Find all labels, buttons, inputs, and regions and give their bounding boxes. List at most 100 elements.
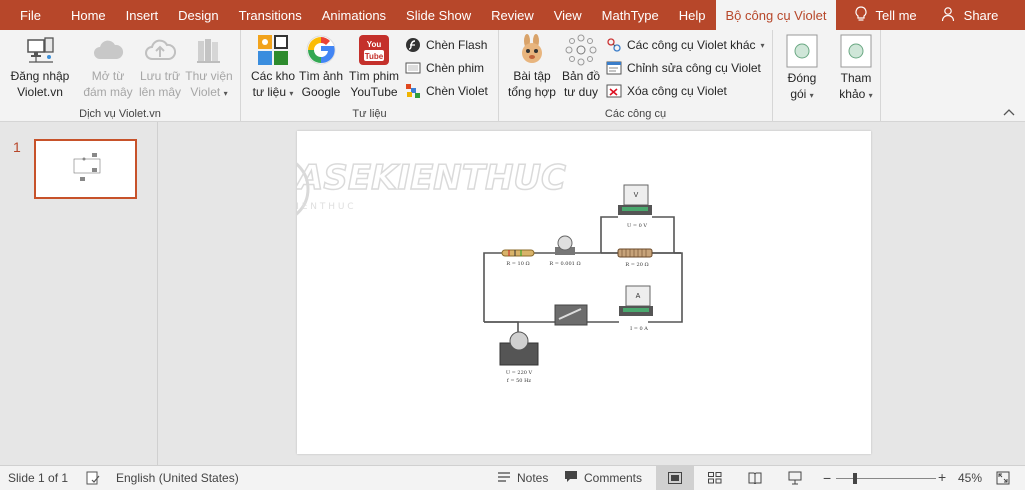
- edit-violet-tools-button[interactable]: Chỉnh sửa công cụ Violet: [606, 58, 761, 78]
- google-label-1: Tìm ảnh: [298, 69, 343, 83]
- youtube-icon-text-1: You: [367, 40, 382, 49]
- reference-label-2: khảo ▾: [839, 87, 873, 101]
- open-from-cloud-button[interactable]: Mở từ đám mây: [80, 34, 136, 100]
- media-grid-icon: [257, 34, 289, 66]
- tell-me-button[interactable]: Tell me: [842, 5, 928, 25]
- slideshow-icon[interactable]: [788, 471, 802, 488]
- insert-movie-button[interactable]: Chèn phim: [405, 58, 484, 78]
- delete-window-icon: [606, 83, 622, 99]
- library-label-2: Violet ▾: [190, 85, 228, 99]
- ac-source: [499, 331, 539, 366]
- exercises-button[interactable]: Bài tập tổng hợp: [505, 34, 559, 100]
- insert-flash-label: Chèn Flash: [426, 38, 488, 52]
- resistor-2: [617, 248, 653, 258]
- ribbon: Đăng nhập Violet.vn Mở từ đám mây Lưu tr…: [0, 30, 1025, 122]
- tab-slide-show[interactable]: Slide Show: [396, 0, 481, 30]
- comment-icon: [564, 470, 578, 486]
- tab-view[interactable]: View: [544, 0, 592, 30]
- youtube-label-2: YouTube: [350, 85, 398, 99]
- notes-icon: [497, 470, 511, 487]
- slide-thumbnail[interactable]: [34, 139, 137, 199]
- language-label: English (United States): [116, 471, 239, 485]
- movie-icon: [405, 60, 421, 76]
- ammeter-letter: A: [636, 293, 641, 300]
- tab-review[interactable]: Review: [481, 0, 544, 30]
- rabbit-icon: [516, 34, 548, 66]
- remove-violet-tools-button[interactable]: Xóa công cụ Violet: [606, 81, 727, 101]
- tab-transitions[interactable]: Transitions: [229, 0, 312, 30]
- tell-me-label: Tell me: [875, 7, 917, 23]
- comments-button[interactable]: Comments: [564, 470, 642, 486]
- resistor-1: [501, 249, 535, 257]
- tab-insert[interactable]: Insert: [116, 0, 169, 30]
- source-voltage-label: U = 220 V: [506, 370, 533, 376]
- youtube-label-1: Tìm phim: [348, 69, 399, 83]
- mindmap-button[interactable]: Bản đồ tư duy: [559, 34, 603, 100]
- archives-label-1: Các kho: [250, 69, 296, 83]
- tab-animations[interactable]: Animations: [312, 0, 396, 30]
- login-violet-button[interactable]: Đăng nhập Violet.vn: [8, 34, 72, 100]
- normal-view-button[interactable]: [656, 466, 694, 490]
- zoom-slider-thumb[interactable]: [853, 473, 857, 484]
- violet-library-button[interactable]: Thư viện Violet ▾: [184, 34, 234, 102]
- save-to-cloud-button[interactable]: Lưu trữ lên mây: [134, 34, 186, 100]
- collapse-ribbon-icon[interactable]: [1003, 107, 1015, 119]
- pack-button[interactable]: Đóng gói ▾: [780, 34, 824, 104]
- chevron-down-icon: ▾: [289, 89, 294, 98]
- source-frequency-label: f = 50 Hz: [507, 378, 532, 384]
- other-violet-tools-button[interactable]: Các công cụ Violet khác ▾: [606, 35, 765, 55]
- violet-blocks-icon: [405, 83, 421, 99]
- reading-view-icon[interactable]: [748, 472, 762, 487]
- zoom-out-button[interactable]: −: [823, 470, 831, 486]
- zoom-level[interactable]: 45%: [958, 471, 982, 485]
- login-label-1: Đăng nhập: [10, 69, 70, 83]
- fit-to-window-icon[interactable]: [996, 471, 1010, 488]
- cloud-upload-icon: [144, 34, 176, 66]
- spellcheck-icon[interactable]: [86, 471, 100, 485]
- tab-violet-tools[interactable]: Bộ công cụ Violet: [715, 0, 837, 30]
- normal-view-icon: [668, 472, 682, 487]
- zoom-in-button[interactable]: +: [938, 469, 946, 485]
- slide-number: 1: [13, 139, 21, 155]
- tab-design[interactable]: Design: [168, 0, 228, 30]
- chevron-down-icon: ▾: [809, 91, 814, 100]
- reference-icon: [840, 34, 872, 68]
- status-bar: Slide 1 of 1 English (United States) Not…: [0, 465, 1025, 490]
- insert-violet-button[interactable]: Chèn Violet: [405, 81, 488, 101]
- tab-mathtype[interactable]: MathType: [592, 0, 669, 30]
- archives-button[interactable]: Các kho tư liệu ▾: [249, 34, 297, 102]
- insert-flash-button[interactable]: Chèn Flash: [405, 35, 487, 55]
- switch: [554, 304, 588, 326]
- watermark-subtext: C H I A S E K I E N T H U C: [297, 202, 354, 212]
- ribbon-tab-bar: File Home Insert Design Transitions Anim…: [0, 0, 1025, 30]
- slide-canvas[interactable]: CHIASEKIENTHUC C H I A S E K I E N T H U…: [230, 131, 871, 454]
- tab-file[interactable]: File: [0, 0, 61, 30]
- slide-editor: CHIASEKIENTHUC C H I A S E K I E N T H U…: [159, 122, 1025, 465]
- slide-sorter-icon[interactable]: [708, 472, 722, 487]
- flash-icon: [405, 37, 421, 53]
- chevron-down-icon: ▾: [760, 40, 765, 50]
- mindmap-label-2: tư duy: [563, 85, 599, 99]
- share-label: Share: [963, 7, 999, 23]
- tab-help[interactable]: Help: [669, 0, 716, 30]
- zoom-slider-track[interactable]: [836, 478, 936, 479]
- notes-button[interactable]: Notes: [497, 470, 548, 487]
- voltmeter: V: [618, 184, 652, 215]
- group-tools: Bài tập tổng hợp Bản đồ tư duy Các công …: [499, 30, 773, 122]
- voltmeter-label: U = 0 V: [627, 223, 647, 229]
- exercises-label-1: Bài tập: [513, 69, 551, 83]
- cloud-icon: [92, 34, 124, 66]
- library-icon: [193, 34, 225, 66]
- group-label-tools: Các công cụ: [604, 108, 667, 120]
- tab-home[interactable]: Home: [61, 0, 116, 30]
- insert-violet-label: Chèn Violet: [426, 84, 488, 98]
- comments-label: Comments: [584, 471, 643, 485]
- google-images-button[interactable]: Tìm ảnh Google: [297, 34, 345, 100]
- group-materials: Các kho tư liệu ▾ Tìm ảnh Google You Tube…: [241, 30, 499, 122]
- reference-button[interactable]: Tham khảo ▾: [834, 34, 878, 104]
- language-indicator[interactable]: English (United States): [116, 471, 239, 485]
- share-button[interactable]: Share: [929, 6, 1011, 25]
- ammeter-label: I = 0 A: [630, 326, 648, 332]
- youtube-button[interactable]: You Tube Tìm phim YouTube: [345, 34, 403, 100]
- ammeter: A: [619, 285, 653, 316]
